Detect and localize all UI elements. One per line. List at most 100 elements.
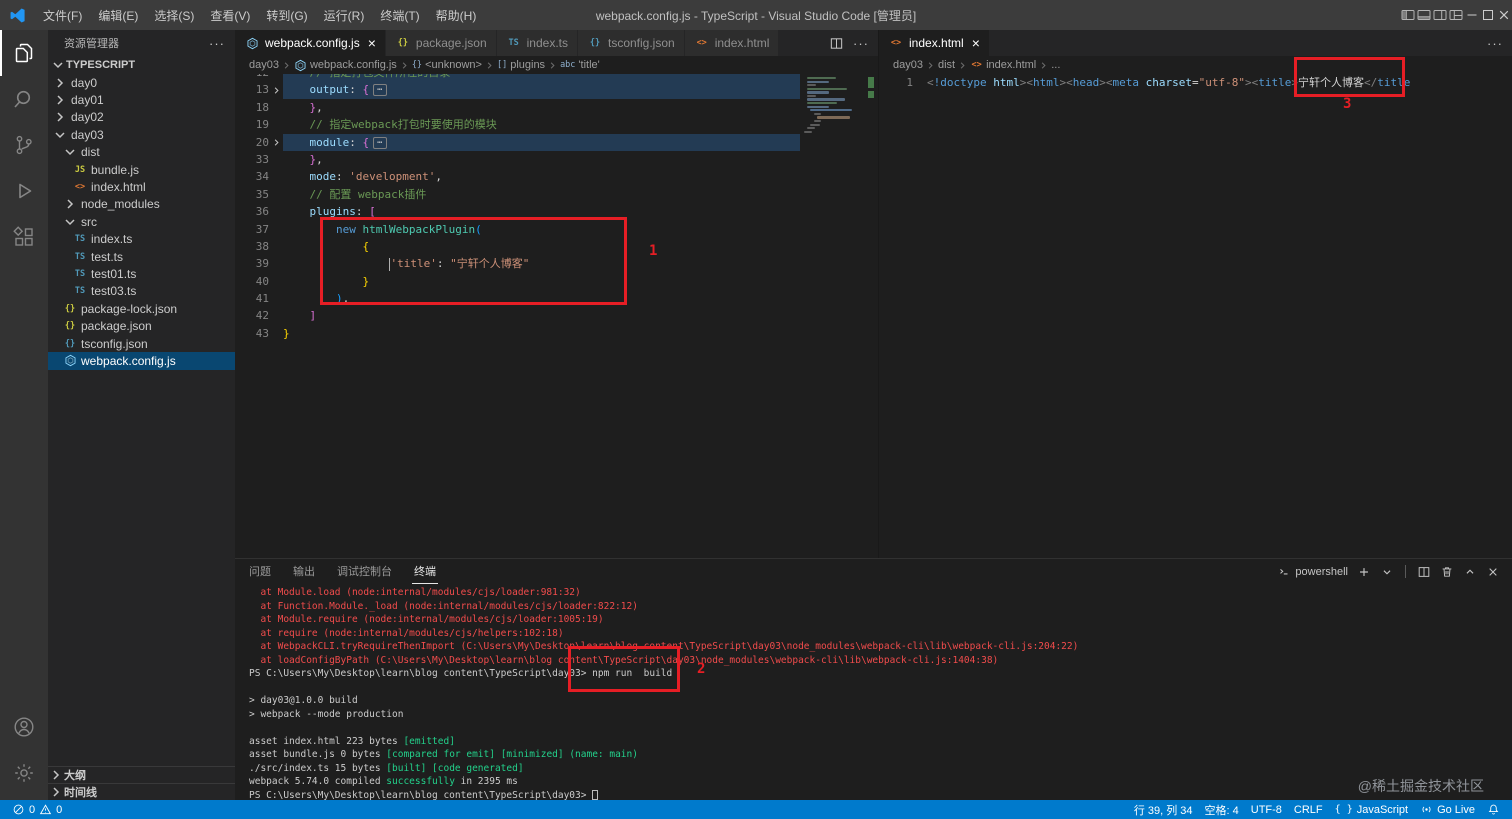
toggle-sidebar-icon[interactable] [1400, 7, 1416, 23]
split-terminal-icon[interactable] [1417, 565, 1431, 579]
breadcrumb-item[interactable]: day03 [249, 59, 279, 71]
explorer-icon [12, 41, 36, 65]
tab-index-ts[interactable]: TS index.ts [496, 30, 578, 56]
split-editor-icon[interactable] [829, 36, 844, 51]
shell-selector[interactable]: powershell [1277, 565, 1348, 579]
folded-ellipsis[interactable]: ⋯ [373, 84, 387, 97]
breadcrumb-item[interactable]: dist [938, 59, 955, 71]
tree-item-day0[interactable]: day0 [48, 74, 235, 91]
folded-ellipsis[interactable]: ⋯ [373, 136, 387, 149]
section-timeline[interactable]: 时间线 [48, 783, 235, 800]
breadcrumb-item[interactable]: <> index.html [970, 59, 1036, 72]
activitybar-settings[interactable] [0, 750, 48, 796]
fold-gutter [269, 116, 283, 133]
breadcrumb-item[interactable]: abc'title' [560, 59, 600, 71]
line-number: 1 [906, 76, 913, 89]
tab-webpack-config-js[interactable]: webpack.config.js × [235, 30, 386, 56]
tab-package-json[interactable]: {} package.json [385, 30, 497, 56]
tree-item-tsconfig-json[interactable]: {} tsconfig.json [48, 335, 235, 352]
close-icon[interactable]: × [972, 36, 980, 50]
settings-icon [12, 761, 36, 785]
toggle-secondary-sidebar-icon[interactable] [1432, 7, 1448, 23]
problems-status[interactable]: 0 0 [6, 800, 68, 819]
menu-item[interactable]: 帮助(H) [428, 0, 485, 30]
breadcrumb-item[interactable]: [] plugins [497, 59, 545, 71]
panel-tab-item[interactable]: 问题 [247, 559, 273, 584]
cursor-position[interactable]: 行 39, 列 34 [1128, 800, 1199, 819]
breadcrumb-item[interactable]: webpack.config.js [294, 59, 397, 72]
go-live[interactable]: Go Live [1414, 800, 1481, 819]
menu-item[interactable]: 选择(S) [146, 0, 202, 30]
tree-item-node-modules[interactable]: node_modules [48, 196, 235, 213]
menu-item[interactable]: 查看(V) [202, 0, 258, 30]
menu-item[interactable]: 编辑(E) [90, 0, 146, 30]
section-outline[interactable]: 大纲 [48, 766, 235, 783]
kill-terminal-icon[interactable] [1440, 565, 1454, 579]
eol[interactable]: CRLF [1288, 800, 1329, 819]
tree-item-test03-ts[interactable]: TS test03.ts [48, 283, 235, 300]
terminal[interactable]: at Module.load (node:internal/modules/cj… [235, 584, 1512, 800]
fold-chevron-icon[interactable] [269, 134, 283, 151]
tree-item-test-ts[interactable]: TS test.ts [48, 248, 235, 265]
activitybar-run-debug[interactable] [0, 168, 48, 214]
tree-item-dist[interactable]: dist [48, 144, 235, 161]
search-icon [12, 87, 36, 111]
tree-item-webpack-config-js[interactable]: webpack.config.js [48, 352, 235, 370]
activitybar-search[interactable] [0, 76, 48, 122]
breadcrumb-item[interactable]: {} <unknown> [412, 59, 482, 71]
tree-item-day02[interactable]: day02 [48, 109, 235, 126]
tree-item-index-ts[interactable]: TS index.ts [48, 231, 235, 248]
tree-item-day01[interactable]: day01 [48, 91, 235, 108]
activitybar-extensions[interactable] [0, 214, 48, 260]
tree-item-index-html[interactable]: <> index.html [48, 178, 235, 195]
tree-item-day03[interactable]: day03 [48, 126, 235, 143]
more-actions-icon[interactable]: ··· [853, 37, 869, 50]
minimize-button[interactable] [1464, 7, 1480, 23]
panel-tab-item[interactable]: 输出 [291, 559, 317, 584]
tab-tsconfig-json[interactable]: {} tsconfig.json [577, 30, 685, 56]
activitybar-account[interactable] [0, 704, 48, 750]
minimap[interactable] [802, 74, 864, 134]
json-file-icon: {} [64, 321, 76, 332]
close-icon[interactable]: × [368, 36, 376, 50]
status-bar-right: 行 39, 列 34 空格: 4 UTF-8 CRLF { } JavaScri… [1128, 800, 1506, 819]
toggle-panel-icon[interactable] [1416, 7, 1432, 23]
tab-index-html[interactable]: <> index.html [684, 30, 780, 56]
maximize-panel-icon[interactable] [1463, 565, 1477, 579]
menu-item[interactable]: 转到(G) [258, 0, 315, 30]
menu-item[interactable]: 终端(T) [372, 0, 427, 30]
activitybar-explorer[interactable] [0, 30, 48, 76]
language-mode[interactable]: { } JavaScript [1329, 800, 1414, 819]
menu-item[interactable]: 运行(R) [316, 0, 373, 30]
breadcrumb-item[interactable]: ... [1051, 59, 1060, 71]
encoding[interactable]: UTF-8 [1245, 800, 1288, 819]
panel-tab-item[interactable]: 调试控制台 [335, 559, 394, 584]
breadcrumb-item[interactable]: day03 [893, 59, 923, 71]
extensions-icon [12, 225, 36, 249]
tree-item-package-json[interactable]: {} package.json [48, 317, 235, 334]
section-typescript[interactable]: TYPESCRIPT [48, 56, 235, 74]
tree-item-bundle-js[interactable]: JS bundle.js [48, 161, 235, 178]
activitybar-source-control[interactable] [0, 122, 48, 168]
tree-item-src[interactable]: src [48, 213, 235, 230]
more-actions-icon[interactable]: ··· [1487, 37, 1503, 50]
tree-item-test01-ts[interactable]: TS test01.ts [48, 265, 235, 282]
tree-item-package-lock-json[interactable]: {} package-lock.json [48, 300, 235, 317]
customize-layout-icon[interactable] [1448, 7, 1464, 23]
new-terminal-icon[interactable] [1357, 565, 1371, 579]
more-actions-icon[interactable]: ··· [209, 37, 225, 50]
menu-item[interactable]: 文件(F) [35, 0, 90, 30]
maximize-button[interactable] [1480, 7, 1496, 23]
close-window-button[interactable] [1496, 7, 1512, 23]
chevron-right-icon [52, 75, 68, 91]
panel-tab-item[interactable]: 终端 [412, 559, 438, 584]
notifications[interactable] [1481, 800, 1506, 819]
close-panel-icon[interactable] [1486, 565, 1500, 579]
editor-1[interactable]: 12 // 指定打包文件所在的目录13 output: {⋯18 },19 //… [235, 74, 878, 558]
terminal-dropdown-icon[interactable] [1380, 565, 1394, 579]
fold-chevron-icon[interactable] [269, 81, 283, 98]
indentation[interactable]: 空格: 4 [1199, 800, 1245, 819]
line-number: 35 [255, 187, 269, 201]
tab-index-html[interactable]: <> index.html × [879, 30, 990, 56]
editor-2[interactable]: 1 <!doctype html><html><head><meta charse… [879, 74, 1512, 558]
